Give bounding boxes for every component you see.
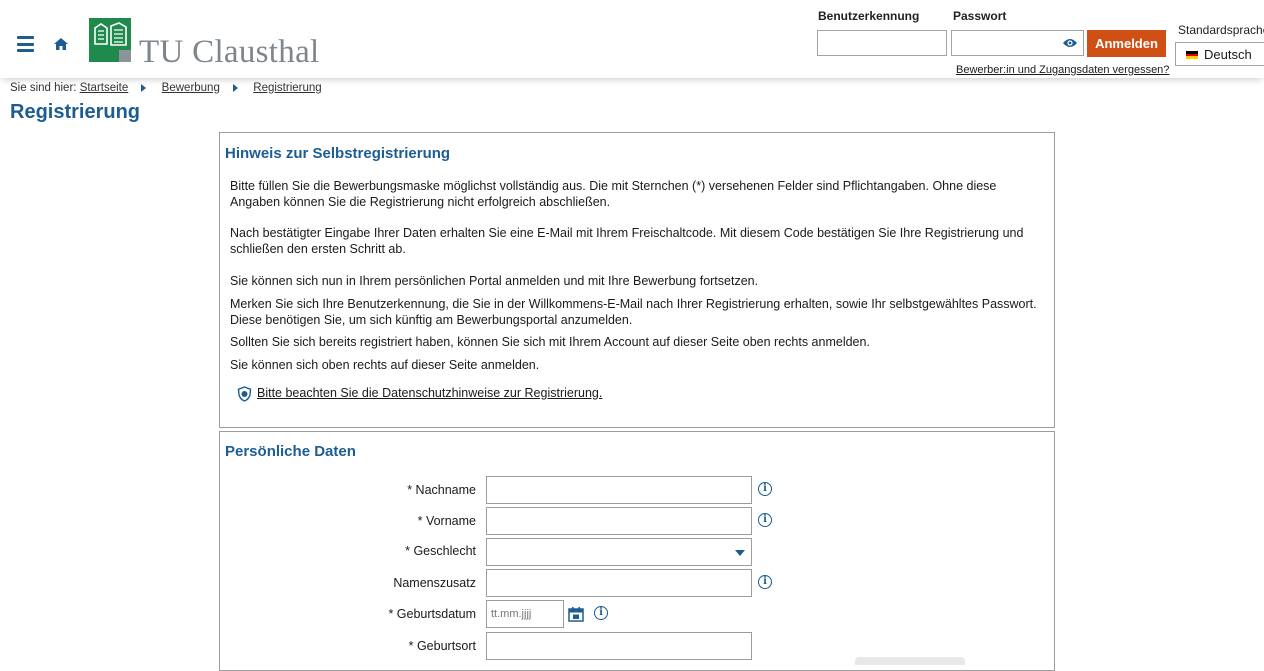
breadcrumb-startseite[interactable]: Startseite: [80, 82, 129, 94]
geburtsdatum-input[interactable]: [486, 600, 564, 628]
info-icon[interactable]: i: [758, 575, 772, 589]
namenszusatz-label: Namenszusatz: [393, 576, 476, 590]
geburtsort-label: * Geburtsort: [408, 639, 476, 653]
info-icon[interactable]: i: [594, 606, 608, 620]
breadcrumb-prefix: Sie sind hier:: [10, 82, 77, 94]
namenszusatz-input[interactable]: [486, 569, 752, 597]
username-label: Benutzerkennung: [818, 9, 920, 23]
home-icon[interactable]: [53, 37, 69, 51]
info-icon[interactable]: i: [758, 513, 772, 527]
personal-data-title: Persönliche Daten: [225, 443, 356, 460]
menu-icon[interactable]: [17, 36, 34, 52]
info-icon[interactable]: i: [758, 482, 772, 496]
nachname-label: * Nachname: [407, 483, 476, 497]
vorname-input[interactable]: [486, 507, 752, 535]
page-header: TU Clausthal Benutzerkennung Passwort An…: [0, 0, 1264, 78]
breadcrumb-registrierung[interactable]: Registrierung: [253, 82, 321, 94]
page-title: Registrierung: [10, 101, 141, 123]
language-selected: Deutsch: [1204, 47, 1252, 62]
university-logo-icon[interactable]: [89, 18, 131, 62]
personal-data-panel: Persönliche Daten * Nachname i * Vorname…: [219, 431, 1055, 671]
info-paragraph: Bitte füllen Sie die Bewerbungsmaske mög…: [230, 179, 997, 209]
language-select[interactable]: Deutsch: [1175, 42, 1264, 66]
vorname-label: * Vorname: [417, 514, 476, 528]
chevron-right-icon: [233, 83, 239, 92]
info-paragraph: Sie können sich nun in Ihrem persönliche…: [230, 274, 759, 288]
geschlecht-label: * Geschlecht: [405, 544, 476, 558]
password-label: Passwort: [953, 9, 1007, 23]
login-button[interactable]: Anmelden: [1087, 30, 1166, 57]
calendar-icon[interactable]: [568, 606, 584, 622]
breadcrumb-bewerbung[interactable]: Bewerbung: [162, 82, 220, 94]
info-panel: Hinweis zur Selbstregistrierung Bitte fü…: [219, 132, 1055, 428]
forgot-credentials-link[interactable]: Bewerber:in und Zugangsdaten vergessen?: [956, 64, 1169, 76]
info-paragraph: Sollten Sie sich bereits registriert hab…: [230, 335, 870, 349]
chevron-right-icon: [141, 83, 147, 92]
info-paragraph: Merken Sie sich Ihre Benutzerkennung, di…: [230, 297, 1037, 327]
privacy-notice-link[interactable]: Bitte beachten Sie die Datenschutzhinwei…: [257, 386, 602, 400]
username-input[interactable]: [817, 30, 947, 56]
shield-icon: [237, 386, 252, 402]
breadcrumb: Sie sind hier: Startseite Bewerbung Regi…: [10, 82, 322, 94]
info-panel-title: Hinweis zur Selbstregistrierung: [225, 145, 451, 162]
geburtsdatum-label: * Geburtsdatum: [388, 607, 476, 621]
geburtsort-input[interactable]: [486, 632, 752, 660]
scroll-indicator: [855, 657, 965, 665]
info-paragraph: Nach bestätigter Eingabe Ihrer Daten erh…: [230, 226, 1024, 256]
chevron-down-icon: [735, 550, 745, 556]
university-name[interactable]: TU Clausthal: [139, 34, 320, 71]
language-label: Standardsprache: [1178, 23, 1264, 37]
nachname-input[interactable]: [486, 476, 752, 504]
geschlecht-select[interactable]: [486, 538, 752, 566]
show-password-icon[interactable]: [1062, 37, 1078, 49]
german-flag-icon: [1186, 51, 1198, 59]
info-paragraph: Sie können sich oben rechts auf dieser S…: [230, 358, 540, 372]
